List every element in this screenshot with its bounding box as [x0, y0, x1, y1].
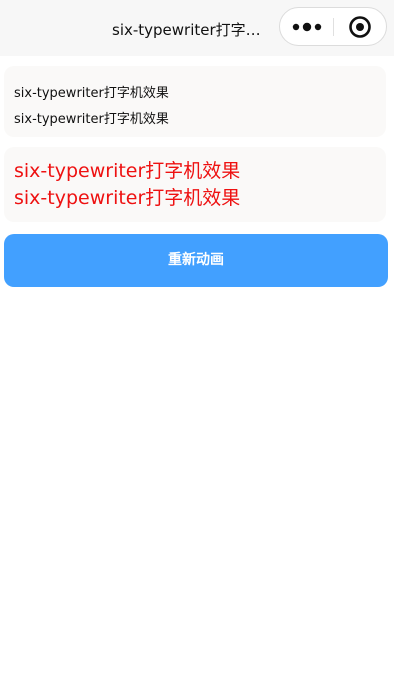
typewriter-text-line: six-typewriter打字机效果: [14, 112, 169, 127]
target-circle-icon[interactable]: [348, 15, 372, 39]
page-title: six-typewriter打字机效果: [112, 21, 274, 39]
typewriter-text-line: six-typewriter打字机效果: [14, 160, 241, 182]
typewriter-card-small: six-typewriter打字机效果 six-typewriter打字机效果: [4, 66, 386, 137]
typewriter-text-line: six-typewriter打字机效果: [14, 86, 169, 101]
typewriter-card-large: six-typewriter打字机效果 six-typewriter打字机效果: [4, 147, 386, 222]
restart-animation-button[interactable]: 重新动画: [4, 234, 388, 287]
more-dots-icon[interactable]: [292, 20, 322, 34]
mini-program-capsule: [279, 7, 387, 46]
capsule-divider: [333, 18, 334, 36]
typewriter-text-line: six-typewriter打字机效果: [14, 187, 241, 209]
navigation-bar: six-typewriter打字机效果: [0, 0, 394, 56]
